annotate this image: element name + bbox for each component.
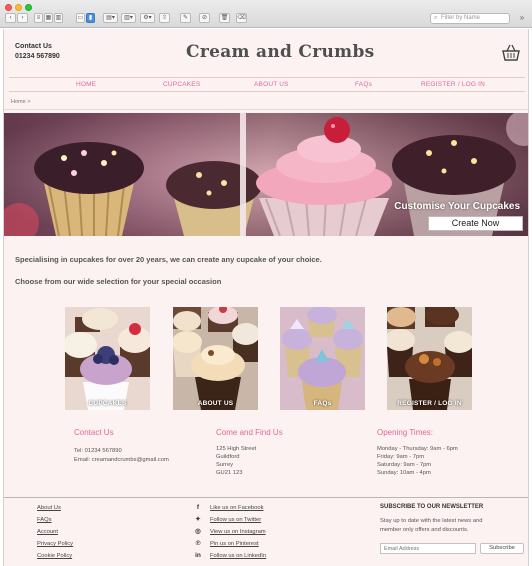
search-input[interactable]: ⌕ Filter by Name bbox=[430, 13, 510, 24]
site-header: Contact Us 01234 567890 Cream and Crumbs bbox=[4, 29, 528, 77]
header-contact-phone: 01234 567890 bbox=[15, 53, 60, 60]
opening-times-line: Sunday: 10am - 4pm bbox=[377, 470, 431, 476]
address-line: 125 High Street bbox=[216, 446, 257, 452]
intro-subtext: Choose from our wide selection for your … bbox=[15, 277, 222, 286]
group-icon[interactable]: ▤▾ bbox=[103, 13, 118, 23]
forward-icon[interactable]: › bbox=[17, 13, 28, 23]
address-line: Guildford bbox=[216, 454, 240, 460]
hero-caption: Customise Your Cupcakes bbox=[394, 201, 520, 212]
main-nav: HOME CUPCAKES ABOUT US FAQs REGISTER / L… bbox=[9, 77, 525, 92]
address-line: Surrey bbox=[216, 462, 234, 468]
newsletter-text: member only offers and discounts. bbox=[380, 527, 469, 533]
footer-link-faqs[interactable]: FAQs bbox=[37, 517, 52, 523]
minimize-window-button[interactable] bbox=[15, 4, 22, 11]
twitter-icon: ✦ bbox=[195, 516, 201, 523]
back-icon[interactable]: ‹ bbox=[5, 13, 16, 23]
footer-link-account[interactable]: Account bbox=[37, 529, 58, 535]
expand-toolbar-icon[interactable]: » bbox=[516, 13, 528, 23]
about-us-photo bbox=[173, 307, 258, 410]
edit-tags-icon[interactable]: ✎ bbox=[180, 13, 191, 23]
intro-text: Specialising in cupcakes for over 20 yea… bbox=[15, 255, 322, 264]
trash-icon[interactable]: 🗑 bbox=[219, 13, 230, 23]
tile-faqs[interactable]: FAQs bbox=[280, 307, 365, 410]
icon-view-icon[interactable]: ▦ bbox=[44, 13, 53, 23]
tile-cupcakes-label: CUPCAKES bbox=[88, 400, 127, 407]
tile-about-us[interactable]: ABOUT US bbox=[173, 307, 258, 410]
gallery-view-icon[interactable]: ▭ bbox=[76, 13, 85, 23]
header-contact-label: Contact Us bbox=[15, 43, 52, 50]
nav-home[interactable]: HOME bbox=[76, 81, 96, 88]
shopping-basket-icon[interactable] bbox=[501, 43, 521, 63]
social-instagram-label: View us on Instagram bbox=[210, 529, 266, 535]
column-view-icon[interactable]: ▥ bbox=[54, 13, 63, 23]
opening-times-line: Saturday: 9am - 7pm bbox=[377, 462, 432, 468]
subscribe-button[interactable]: Subscribe bbox=[480, 543, 524, 554]
social-facebook-label: Like us on Facebook bbox=[210, 505, 264, 511]
list-view-icon[interactable]: ≡ bbox=[34, 13, 43, 23]
share-icon[interactable]: ⇧ bbox=[159, 13, 170, 23]
tag-icon[interactable]: ⌫ bbox=[236, 13, 247, 23]
opening-times-heading: Opening Times: bbox=[377, 428, 434, 437]
tile-cupcakes[interactable]: CUPCAKES bbox=[65, 307, 150, 410]
social-twitter-label: Follow us on Twitter bbox=[210, 517, 262, 523]
pinterest-icon: ℗ bbox=[195, 540, 201, 547]
web-page: Contact Us 01234 567890 Cream and Crumbs… bbox=[3, 29, 529, 566]
close-window-button[interactable] bbox=[5, 4, 12, 11]
tile-faqs-label: FAQs bbox=[313, 400, 332, 407]
address-line: GU21 123 bbox=[216, 470, 243, 476]
cover-flow-icon[interactable]: ▮ bbox=[86, 13, 95, 23]
action-gear-icon[interactable]: ⚙▾ bbox=[140, 13, 155, 23]
email-field[interactable] bbox=[380, 543, 476, 554]
opening-times-line: Friday: 9am - 7pm bbox=[377, 454, 425, 460]
maximize-window-button[interactable] bbox=[25, 4, 32, 11]
footer-link-about-us[interactable]: About Us bbox=[37, 505, 61, 511]
cupcakes-photo bbox=[65, 307, 150, 410]
tile-about-us-label: ABOUT US bbox=[197, 400, 234, 407]
arrange-icon[interactable]: ▥▾ bbox=[121, 13, 136, 23]
nav-cupcakes[interactable]: CUPCAKES bbox=[163, 81, 200, 88]
nav-register-login[interactable]: REGISTER / LOG IN bbox=[421, 81, 485, 88]
nav-about-us[interactable]: ABOUT US bbox=[254, 81, 289, 88]
linkedin-icon: in bbox=[195, 552, 201, 559]
facebook-icon: f bbox=[196, 504, 200, 511]
footer-divider bbox=[4, 497, 528, 498]
social-linkedin-label: Follow us on LinkedIn bbox=[210, 553, 267, 559]
contact-email[interactable]: Email: creamandcrumbs@gmail.com bbox=[74, 457, 169, 463]
tile-register-login-label: REGISTER / LOG IN bbox=[397, 400, 462, 407]
faqs-photo bbox=[280, 307, 365, 410]
instagram-icon: ◎ bbox=[195, 528, 201, 535]
search-icon: ⌕ bbox=[434, 15, 438, 21]
register-login-photo bbox=[387, 307, 472, 410]
nav-faqs[interactable]: FAQs bbox=[355, 81, 372, 88]
breadcrumb[interactable]: Home > bbox=[11, 99, 30, 105]
browser-toolbar: ‹ › ≡ ▦ ▥ ▭ ▮ ▤▾ ▥▾ ⚙▾ ⇧ ✎ ⊘ 🗑 ⌫ ⌕ Filte… bbox=[0, 0, 532, 28]
hero-banner: Customise Your Cupcakes Create Now bbox=[4, 113, 528, 236]
contact-heading: Contact Us bbox=[74, 428, 114, 437]
create-now-button[interactable]: Create Now bbox=[428, 216, 523, 231]
footer-link-privacy-policy[interactable]: Privacy Policy bbox=[37, 541, 73, 547]
tile-register-login[interactable]: REGISTER / LOG IN bbox=[387, 307, 472, 410]
footer-link-cookie-policy[interactable]: Cookie Policy bbox=[37, 553, 72, 559]
site-logo[interactable]: Cream and Crumbs bbox=[186, 42, 375, 62]
newsletter-heading: SUBSCRIBE TO OUR NEWSLETTER bbox=[380, 504, 484, 510]
search-placeholder: Filter by Name bbox=[441, 15, 481, 21]
opening-times-line: Monday - Thursday: 9am - 6pm bbox=[377, 446, 458, 452]
block-icon[interactable]: ⊘ bbox=[199, 13, 210, 23]
breadcrumb-divider bbox=[4, 109, 528, 110]
find-us-heading: Come and Find Us bbox=[216, 428, 283, 437]
social-pinterest-label: Pin us on Pinterest bbox=[210, 541, 259, 547]
newsletter-text: Stay up to date with the latest news and bbox=[380, 518, 483, 524]
contact-tel: Tel: 01234 567890 bbox=[74, 448, 122, 454]
